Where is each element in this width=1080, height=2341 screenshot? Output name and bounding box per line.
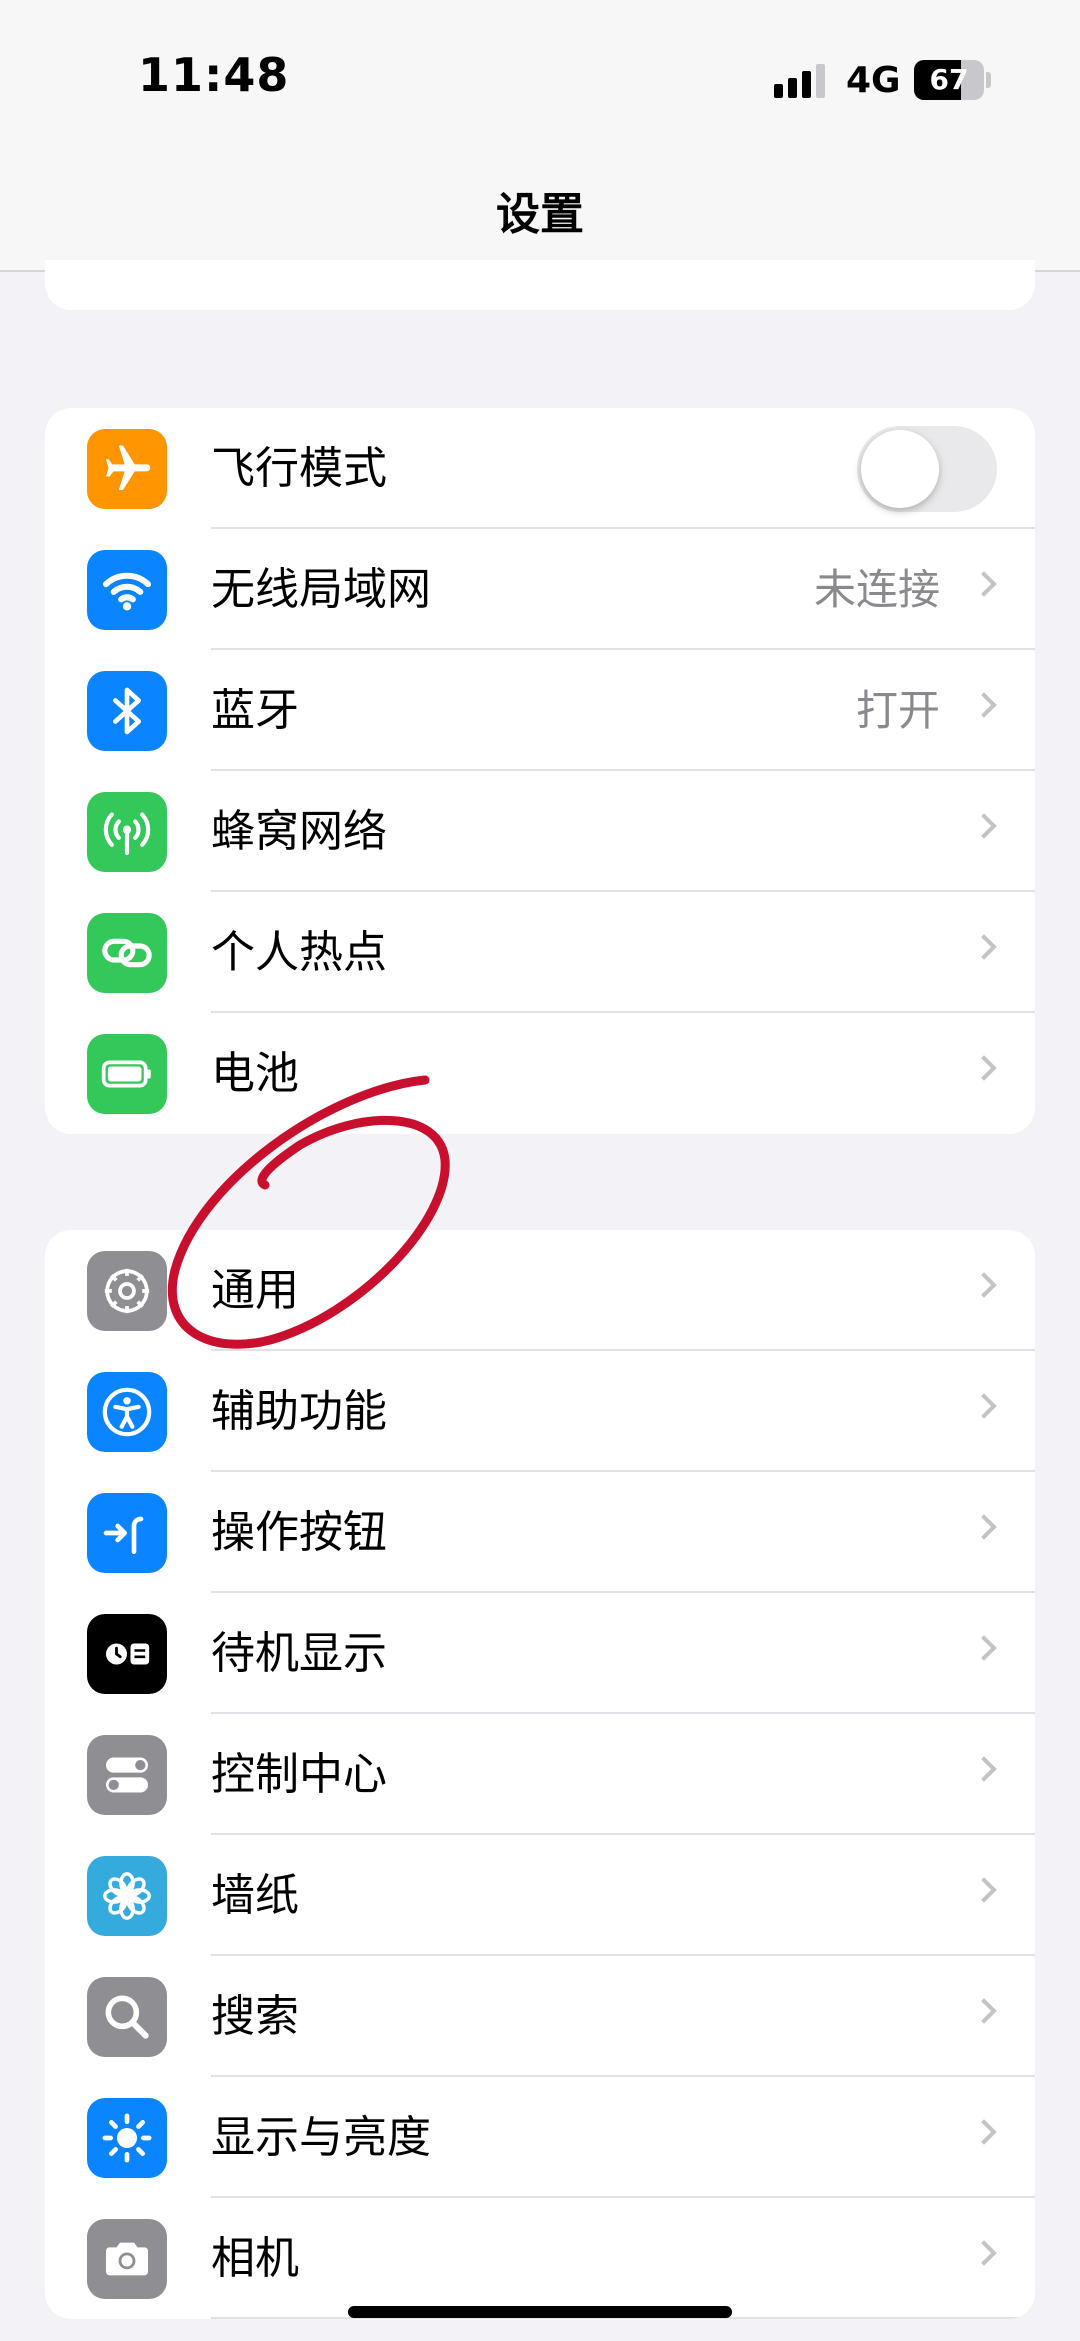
settings-row-camera[interactable]: 相机 bbox=[45, 2198, 1035, 2319]
chevron-right-icon bbox=[971, 1756, 997, 1782]
settings-row-label: 显示与亮度 bbox=[211, 2112, 431, 2163]
chevron-right-icon bbox=[971, 1272, 997, 1298]
home-indicator bbox=[348, 2306, 732, 2318]
settings-row-label: 电池 bbox=[211, 1048, 299, 1099]
settings-row-label: 通用 bbox=[211, 1265, 299, 1316]
settings-row-label: 墙纸 bbox=[211, 1870, 299, 1921]
settings-row-action-button[interactable]: 操作按钮 bbox=[45, 1472, 1035, 1593]
settings-row-control-center[interactable]: 控制中心 bbox=[45, 1714, 1035, 1835]
battery-indicator: 67 bbox=[914, 60, 984, 100]
settings-row-display-brightness[interactable]: 显示与亮度 bbox=[45, 2077, 1035, 2198]
settings-row-label: 辅助功能 bbox=[211, 1386, 387, 1437]
action-button-icon bbox=[87, 1493, 167, 1573]
hotspot-link-icon bbox=[87, 913, 167, 993]
chevron-right-icon bbox=[971, 1055, 997, 1081]
bluetooth-icon bbox=[87, 671, 167, 751]
bluetooth-status-value: 打开 bbox=[855, 686, 940, 735]
settings-row-wifi[interactable]: 无线局域网 未连接 bbox=[45, 529, 1035, 650]
chevron-right-icon bbox=[971, 1393, 997, 1419]
settings-row-accessibility[interactable]: 辅助功能 bbox=[45, 1351, 1035, 1472]
settings-row-label: 飞行模式 bbox=[211, 443, 387, 494]
battery-tip bbox=[986, 72, 991, 88]
settings-row-cellular[interactable]: 蜂窝网络 bbox=[45, 771, 1035, 892]
previous-group-bottom bbox=[45, 260, 1035, 310]
cellular-signal-icon bbox=[774, 62, 830, 98]
control-center-icon bbox=[87, 1735, 167, 1815]
settings-row-standby[interactable]: 待机显示 bbox=[45, 1593, 1035, 1714]
chevron-right-icon bbox=[971, 2240, 997, 2266]
cellular-antenna-icon bbox=[87, 792, 167, 872]
chevron-right-icon bbox=[971, 934, 997, 960]
settings-row-label: 控制中心 bbox=[211, 1749, 387, 1800]
wifi-status-value: 未连接 bbox=[813, 565, 940, 614]
status-bar: 11:48 4G 67 bbox=[0, 0, 1080, 160]
page-title: 设置 bbox=[496, 189, 584, 240]
chevron-right-icon bbox=[971, 571, 997, 597]
settings-row-wallpaper[interactable]: 墙纸 bbox=[45, 1835, 1035, 1956]
settings-row-label: 无线局域网 bbox=[211, 564, 431, 615]
settings-group-general: 通用 辅助功能 操作按钮 待机显示 控制中心 墙纸 搜索 显示与亮度 相机 bbox=[45, 1230, 1035, 2319]
settings-row-battery[interactable]: 电池 bbox=[45, 1013, 1035, 1134]
network-type: 4G bbox=[846, 60, 901, 101]
settings-row-bluetooth[interactable]: 蓝牙 打开 bbox=[45, 650, 1035, 771]
settings-row-label: 相机 bbox=[211, 2233, 299, 2284]
search-icon bbox=[87, 1977, 167, 2057]
chevron-right-icon bbox=[971, 813, 997, 839]
battery-percent: 67 bbox=[929, 63, 969, 96]
settings-row-label: 搜索 bbox=[211, 1991, 299, 2042]
chevron-right-icon bbox=[971, 1635, 997, 1661]
toggle-knob bbox=[861, 430, 939, 508]
settings-row-label: 个人热点 bbox=[211, 927, 387, 978]
settings-group-connectivity: 飞行模式 无线局域网 未连接 蓝牙 打开 蜂窝网络 个人热点 电池 bbox=[45, 408, 1035, 1134]
chevron-right-icon bbox=[971, 2119, 997, 2145]
settings-row-label: 蜂窝网络 bbox=[211, 806, 387, 857]
accessibility-icon bbox=[87, 1372, 167, 1452]
settings-row-general[interactable]: 通用 bbox=[45, 1230, 1035, 1351]
navigation-bar: 设置 bbox=[0, 160, 1080, 272]
standby-icon bbox=[87, 1614, 167, 1694]
chevron-right-icon bbox=[971, 1514, 997, 1540]
airplane-icon bbox=[87, 429, 167, 509]
settings-row-label: 操作按钮 bbox=[211, 1507, 387, 1558]
airplane-mode-toggle[interactable] bbox=[857, 426, 997, 512]
brightness-sun-icon bbox=[87, 2098, 167, 2178]
chevron-right-icon bbox=[971, 1998, 997, 2024]
wallpaper-flower-icon bbox=[87, 1856, 167, 1936]
settings-row-label: 待机显示 bbox=[211, 1628, 387, 1679]
gear-icon bbox=[87, 1251, 167, 1331]
wifi-icon bbox=[87, 550, 167, 630]
settings-row-label: 蓝牙 bbox=[211, 685, 299, 736]
status-time: 11:48 bbox=[138, 48, 290, 102]
chevron-right-icon bbox=[971, 1877, 997, 1903]
settings-row-search[interactable]: 搜索 bbox=[45, 1956, 1035, 2077]
battery-icon bbox=[87, 1034, 167, 1114]
chevron-right-icon bbox=[971, 692, 997, 718]
camera-icon bbox=[87, 2219, 167, 2299]
settings-row-airplane-mode[interactable]: 飞行模式 bbox=[45, 408, 1035, 529]
settings-row-hotspot[interactable]: 个人热点 bbox=[45, 892, 1035, 1013]
